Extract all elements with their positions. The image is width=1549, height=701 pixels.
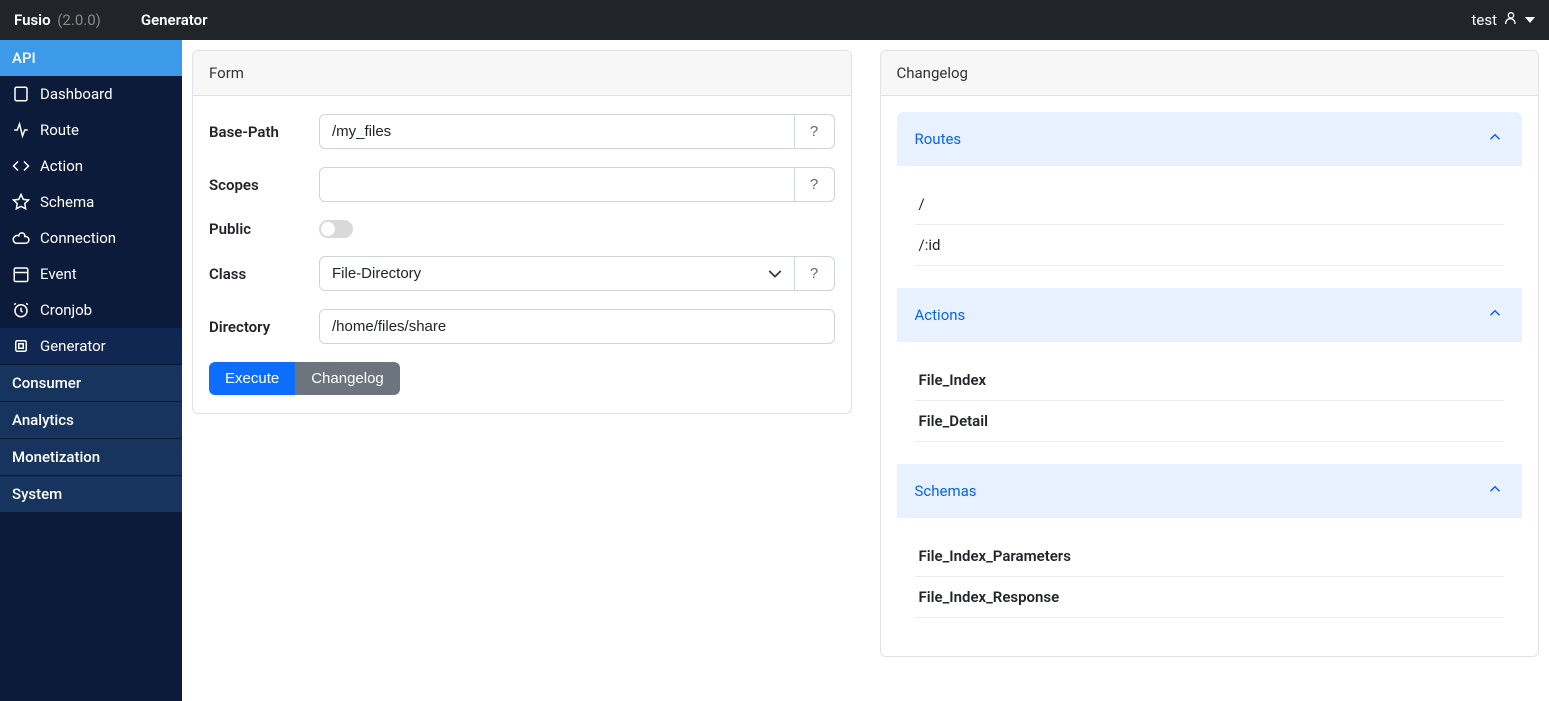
directory-input[interactable]	[319, 309, 835, 344]
accordion-section-schemas: Schemas File_Index_ParametersFile_Index_R…	[897, 464, 1523, 640]
changelog-body: Routes//:idActionsFile_IndexFile_DetailS…	[881, 96, 1539, 656]
scopes-input[interactable]	[319, 167, 795, 202]
accordion-content: File_Index_ParametersFile_Index_Response	[897, 518, 1523, 640]
changelog-card-header: Changelog	[881, 51, 1539, 96]
public-wrap	[319, 220, 835, 238]
class-wrap: File-Directory ?	[319, 256, 835, 291]
sidebar-section-analytics[interactable]: Analytics	[0, 401, 182, 438]
accordion-title: Schemas	[915, 482, 977, 500]
base-path-wrap: ?	[319, 114, 835, 149]
form-row-class: Class File-Directory ?	[209, 256, 835, 291]
sidebar-item-label: Action	[40, 157, 83, 175]
sidebar-item-generator[interactable]: Generator	[0, 328, 182, 364]
form-actions: Execute Changelog	[209, 362, 835, 395]
sidebar-item-action[interactable]: Action	[0, 148, 182, 184]
accordion-section-routes: Routes //:id	[897, 112, 1523, 288]
accordion-header-schemas[interactable]: Schemas	[897, 464, 1523, 518]
accordion-section-actions: Actions File_IndexFile_Detail	[897, 288, 1523, 464]
sidebar-item-label: Generator	[40, 337, 106, 355]
execute-button[interactable]: Execute	[209, 362, 295, 395]
accordion-content: //:id	[897, 166, 1523, 288]
form-row-base-path: Base-Path ?	[209, 114, 835, 149]
chevron-up-icon	[1486, 128, 1504, 150]
sidebar-section-monetization[interactable]: Monetization	[0, 438, 182, 475]
topbar-left: Fusio (2.0.0) Generator	[14, 11, 208, 29]
accordion-title: Routes	[915, 130, 962, 148]
user-menu[interactable]: test	[1471, 10, 1535, 30]
label-public: Public	[209, 220, 319, 238]
label-base-path: Base-Path	[209, 123, 319, 141]
code-icon	[12, 157, 30, 175]
sidebar-item-label: Cronjob	[40, 301, 92, 319]
sidebar-item-label: Dashboard	[40, 85, 113, 103]
directory-wrap	[319, 309, 835, 344]
sidebar-item-label: Connection	[40, 229, 116, 247]
clock-icon	[12, 301, 30, 319]
page-title: Generator	[141, 11, 208, 29]
help-button-scopes[interactable]: ?	[795, 167, 835, 202]
user-name: test	[1471, 11, 1497, 29]
sidebar: API Dashboard Route Action Schema Connection E…	[0, 40, 182, 701]
form-row-directory: Directory	[209, 309, 835, 344]
brand-version: (2.0.0)	[57, 11, 101, 29]
brand-name: Fusio	[14, 11, 51, 29]
changelog-card: Changelog Routes//:idActionsFile_IndexFi…	[880, 50, 1540, 657]
label-scopes: Scopes	[209, 176, 319, 194]
changelog-item: File_Detail	[915, 401, 1505, 442]
accordion-header-routes[interactable]: Routes	[897, 112, 1523, 166]
cloud-icon	[12, 229, 30, 247]
accordion-content: File_IndexFile_Detail	[897, 342, 1523, 464]
sidebar-item-label: Route	[40, 121, 79, 139]
brand: Fusio (2.0.0)	[14, 11, 101, 29]
changelog-button[interactable]: Changelog	[295, 362, 400, 395]
form-card-header: Form	[193, 51, 851, 96]
layout: API Dashboard Route Action Schema Connection E…	[0, 40, 1549, 701]
sidebar-item-connection[interactable]: Connection	[0, 220, 182, 256]
accordion-title: Actions	[915, 306, 966, 324]
label-class: Class	[209, 265, 319, 283]
changelog-item: File_Index_Parameters	[915, 536, 1505, 577]
user-icon	[1503, 10, 1519, 30]
sidebar-item-schema[interactable]: Schema	[0, 184, 182, 220]
star-icon	[12, 193, 30, 211]
form-row-scopes: Scopes ?	[209, 167, 835, 202]
sidebar-section-api[interactable]: API	[0, 40, 182, 76]
sidebar-section-consumer[interactable]: Consumer	[0, 364, 182, 401]
help-button-base-path[interactable]: ?	[795, 114, 835, 149]
sidebar-item-label: Event	[40, 265, 77, 283]
chevron-up-icon	[1486, 304, 1504, 326]
base-path-input[interactable]	[319, 114, 795, 149]
chevron-up-icon	[1486, 480, 1504, 502]
route-icon	[12, 121, 30, 139]
form-row-public: Public	[209, 220, 835, 238]
scopes-wrap: ?	[319, 167, 835, 202]
sidebar-item-route[interactable]: Route	[0, 112, 182, 148]
main-content: Form Base-Path ? Scopes ?	[182, 40, 1549, 701]
caret-down-icon	[1525, 11, 1535, 29]
class-select[interactable]: File-Directory	[319, 256, 795, 291]
sidebar-item-label: Schema	[40, 193, 94, 211]
changelog-item: File_Index	[915, 360, 1505, 401]
label-directory: Directory	[209, 318, 319, 336]
cpu-icon	[12, 337, 30, 355]
help-button-class[interactable]: ?	[795, 256, 835, 291]
calendar-icon	[12, 265, 30, 283]
form-card-body: Base-Path ? Scopes ? Public	[193, 96, 851, 413]
changelog-item: File_Index_Response	[915, 577, 1505, 618]
sidebar-item-cronjob[interactable]: Cronjob	[0, 292, 182, 328]
sidebar-item-dashboard[interactable]: Dashboard	[0, 76, 182, 112]
changelog-item: /	[915, 184, 1505, 225]
form-card: Form Base-Path ? Scopes ?	[192, 50, 852, 414]
public-toggle[interactable]	[319, 220, 353, 238]
accordion-header-actions[interactable]: Actions	[897, 288, 1523, 342]
sidebar-item-event[interactable]: Event	[0, 256, 182, 292]
changelog-item: /:id	[915, 225, 1505, 266]
topbar: Fusio (2.0.0) Generator test	[0, 0, 1549, 40]
dashboard-icon	[12, 85, 30, 103]
sidebar-section-system[interactable]: System	[0, 475, 182, 512]
